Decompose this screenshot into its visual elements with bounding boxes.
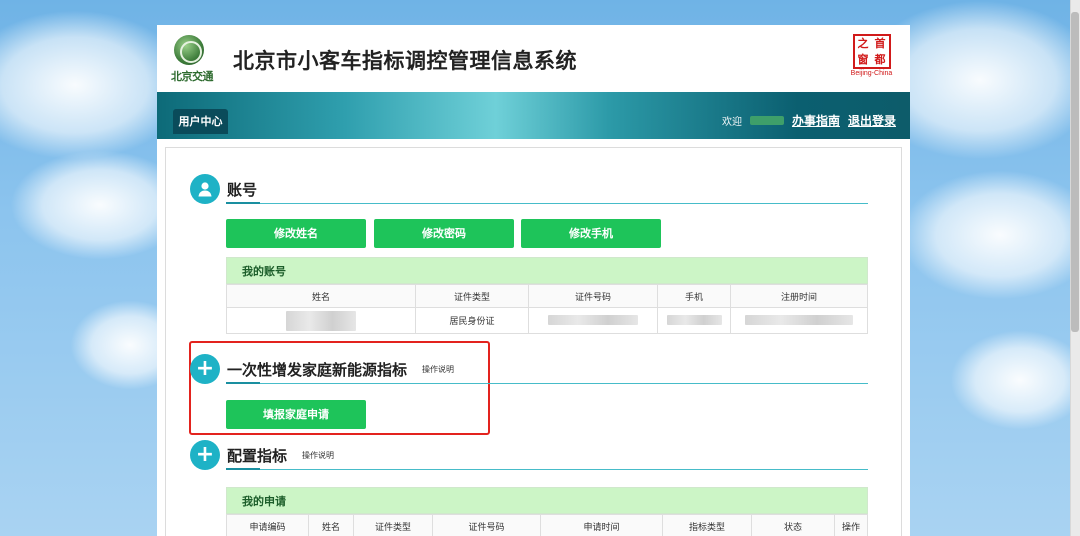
capital-logo-char: 窗 [857,52,869,66]
capital-logo-subtitle: Beijing-China [850,70,893,77]
column-header: 证件号码 [432,514,541,536]
user-nav: 欢迎 办事指南 退出登录 [722,112,896,129]
redacted-value [548,315,638,326]
help-link[interactable]: 操作说明 [302,450,334,461]
edit-phone-button[interactable]: 修改手机 [521,219,661,248]
capital-logo-char: 之 [857,37,869,50]
vertical-scrollbar[interactable] [1070,0,1080,536]
redacted-value [745,315,853,326]
my-application-table: 我的申请 申请编码 姓名 证件类型 证件号码 申请时间 指标类型 状态 操作 [226,487,868,536]
table-row: 居民身份证 [226,307,868,334]
allocation-section-header: + 配置指标 操作说明 [190,440,334,470]
column-header: 姓名 [226,284,416,308]
column-header: 申请编码 [226,514,309,536]
plus-icon[interactable]: + [190,440,220,470]
edit-password-button[interactable]: 修改密码 [374,219,514,248]
tab-user-center[interactable]: 用户中心 [173,109,228,134]
welcome-text: 欢迎 [721,117,742,128]
my-account-table: 我的账号 姓名 证件类型 证件号码 手机 注册时间 居民身份证 [226,257,868,334]
banner: 用户中心 欢迎 办事指南 退出登录 [157,92,910,139]
table-caption: 我的申请 [226,487,868,514]
capital-window-logo[interactable]: 之 首 窗 都 Beijing-China [849,34,894,82]
main-page: 北京交通 北京市小客车指标调控管理信息系统 之 首 窗 都 Beijing-Ch… [157,25,910,536]
id-number-cell [528,307,658,334]
name-cell [226,307,416,334]
account-section-header: 账号 [190,174,257,204]
redacted-value [286,310,356,331]
register-time-cell [730,307,868,334]
column-header: 申请时间 [540,514,663,536]
column-header: 指标类型 [662,514,752,536]
section-title: 一次性增发家庭新能源指标 [227,360,408,379]
table-header-row: 姓名 证件类型 证件号码 手机 注册时间 [226,284,868,308]
column-header: 状态 [751,514,835,536]
edit-name-button[interactable]: 修改姓名 [226,219,366,248]
help-link[interactable]: 操作说明 [422,364,454,375]
family-apply-button[interactable]: 填报家庭申请 [226,400,366,429]
column-header: 注册时间 [730,284,868,308]
cloud [950,330,1080,430]
cloud [900,170,1080,300]
plus-icon[interactable]: + [190,354,220,384]
guide-link[interactable]: 办事指南 [792,112,840,129]
section-divider [226,202,868,204]
column-header: 操作 [834,514,868,536]
capital-logo-box: 之 首 窗 都 [852,34,891,69]
logout-link[interactable]: 退出登录 [848,112,896,129]
section-divider [226,468,868,470]
id-type-cell: 居民身份证 [415,307,529,334]
scrollbar-thumb[interactable] [1071,12,1079,332]
beijing-transport-logo[interactable]: 北京交通 [171,35,214,83]
section-title: 账号 [227,180,258,199]
column-header: 证件类型 [353,514,433,536]
section-divider [226,382,868,384]
globe-icon [174,35,204,65]
capital-logo-char: 都 [874,52,886,66]
table-caption: 我的账号 [226,257,868,284]
system-title: 北京市小客车指标调控管理信息系统 [233,49,577,73]
column-header: 姓名 [308,514,354,536]
logo-text: 北京交通 [171,70,214,83]
capital-logo-char: 首 [874,37,886,50]
user-icon [190,174,220,204]
redacted-value [666,315,722,326]
column-header: 证件类型 [415,284,529,308]
section-title: 配置指标 [227,446,288,465]
column-header: 手机 [657,284,731,308]
one-time-section-header: + 一次性增发家庭新能源指标 操作说明 [190,354,454,384]
page-header: 北京交通 北京市小客车指标调控管理信息系统 之 首 窗 都 Beijing-Ch… [157,25,910,92]
table-header-row: 申请编码 姓名 证件类型 证件号码 申请时间 指标类型 状态 操作 [226,514,868,536]
content-panel: 账号 修改姓名 修改密码 修改手机 我的账号 姓名 证件类型 证件号码 手机 注… [165,147,902,536]
column-header: 证件号码 [528,284,658,308]
username-redacted [749,116,784,125]
phone-cell [657,307,731,334]
